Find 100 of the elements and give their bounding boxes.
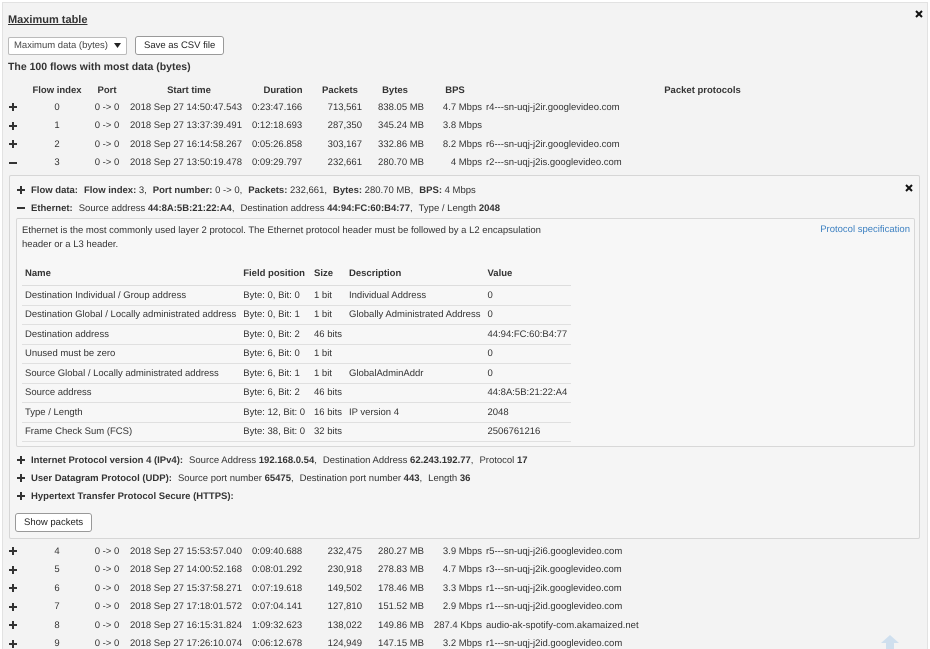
table-cell: 0:05:26.858 [252, 138, 302, 150]
table-cell: 0:23:47.166 [252, 102, 302, 113]
column-header: BPS [444, 84, 466, 98]
table-cell: 278.83 MB [378, 564, 424, 576]
metric-dropdown[interactable]: Maximum data (bytes) [8, 36, 127, 54]
table-cell: 0:09:29.797 [252, 157, 302, 168]
table-cell: 16 bits [314, 406, 342, 418]
table-cell: 1 bit [314, 290, 332, 301]
layer-field: Source Address 192.168.0.54, [189, 454, 317, 466]
layer-title[interactable]: User Datagram Protocol (UDP): [31, 472, 172, 484]
table-cell: 0 -> 0 [94, 582, 120, 594]
table-cell: 2506761216 [487, 426, 540, 438]
table-cell: 5 [54, 564, 60, 576]
layer-field: Protocol 17 [479, 454, 528, 466]
layer-field: Source port number 65475, [178, 472, 294, 484]
table-cell: r3---sn-uqj-j2ik.googlevideo.com [486, 564, 622, 576]
table-cell: Byte: 6, Bit: 2 [243, 387, 300, 398]
column-header: Description [346, 264, 484, 286]
table-cell: 0:08:01.292 [252, 564, 302, 576]
table-cell: 1:09:32.623 [252, 620, 302, 631]
table-cell: Type / Length [25, 406, 83, 418]
show-packets-button[interactable]: Show packets [15, 513, 92, 532]
table-cell: 1 [54, 120, 60, 132]
table-cell: 3.9 Mbps [442, 546, 482, 557]
table-cell: 0 -> 0 [94, 620, 120, 631]
protocol-spec-link[interactable]: Protocol specification [820, 224, 910, 252]
layer-title[interactable]: Hypertext Transfer Protocol Secure (HTTPS): [31, 490, 234, 502]
plus-icon[interactable] [9, 140, 17, 148]
table-cell: 44:8A:5B:21:22:A4 [487, 387, 568, 398]
plus-icon[interactable] [9, 640, 17, 648]
plus-icon[interactable] [9, 566, 17, 574]
table-cell: 151.52 MB [378, 601, 424, 612]
table-cell: 2018 Sep 27 15:37:58.271 [130, 582, 242, 594]
plus-icon[interactable] [17, 456, 25, 464]
table-cell: Byte: 6, Bit: 0 [243, 348, 300, 360]
layer-field: Port number: 0 -> 0, [152, 184, 242, 196]
table-cell: Source Global / Locally administrated address [25, 368, 219, 379]
table-cell: 127,810 [328, 601, 362, 612]
layer-field: Packets: 232,661, [248, 184, 327, 196]
table-cell: 0 -> 0 [94, 601, 120, 612]
layer-field: Flow index: 3, [84, 184, 147, 196]
table-cell: 280.70 MB [378, 157, 424, 168]
table-cell: 46 bits [314, 328, 342, 340]
table-cell: 2018 Sep 27 14:50:47.543 [130, 102, 242, 113]
layer-title[interactable]: Internet Protocol version 4 (IPv4): [31, 454, 184, 466]
table-cell: 2 [54, 138, 60, 150]
plus-icon[interactable] [9, 103, 17, 112]
table-cell: Frame Check Sum (FCS) [25, 426, 132, 438]
table-cell: 0 -> 0 [94, 120, 120, 132]
table-cell: 0:07:04.141 [252, 601, 302, 612]
plus-icon[interactable] [9, 602, 17, 611]
layer-title[interactable]: Flow data: [31, 184, 78, 196]
layer-title[interactable]: Ethernet: [31, 202, 73, 214]
table-cell: r2---sn-uqj-j2is.googlevideo.com [486, 157, 622, 168]
table-cell: 8 [54, 620, 60, 631]
minus-icon[interactable] [17, 204, 25, 212]
table-cell: 280.27 MB [378, 546, 424, 557]
table-cell: 124,949 [328, 638, 362, 649]
plus-icon[interactable] [9, 584, 17, 592]
table-cell: 2018 Sep 27 15:53:57.040 [130, 546, 242, 557]
table-cell: 345.24 MB [378, 120, 424, 132]
table-cell: 3.8 Mbps [442, 120, 482, 132]
table-cell: 0 [54, 102, 60, 113]
table-cell: 0 -> 0 [94, 638, 120, 649]
table-cell: 138,022 [328, 620, 362, 631]
layer-field: Destination port number 443, [300, 472, 422, 484]
table-cell: 0 [487, 348, 493, 360]
plus-icon[interactable] [9, 621, 17, 630]
table-cell: 0:12:18.693 [252, 120, 302, 132]
plus-icon[interactable] [9, 547, 17, 556]
plus-icon[interactable] [17, 474, 25, 482]
save-csv-button[interactable]: Save as CSV file [134, 36, 224, 55]
column-header: Field position [240, 264, 311, 286]
table-cell: 2018 Sep 27 16:14:58.267 [130, 138, 242, 150]
table-cell: 0 -> 0 [94, 564, 120, 576]
plus-icon[interactable] [17, 492, 25, 500]
close-icon[interactable] [905, 184, 913, 192]
layer-field: Source address 44:8A:5B:21:22:A4, [78, 202, 234, 214]
table-cell: 2048 [487, 406, 509, 418]
column-header: Bytes [381, 84, 409, 98]
table-cell: 7 [54, 601, 60, 612]
table-cell: 0:09:40.688 [252, 546, 302, 557]
plus-icon[interactable] [9, 122, 17, 130]
table-cell: GlobalAdminAddr [348, 368, 424, 379]
table-cell: 232,475 [328, 546, 362, 557]
table-cell: 0 [487, 309, 493, 320]
table-cell: 1 bit [314, 348, 332, 360]
table-cell: 147.15 MB [378, 638, 424, 649]
table-cell: 0 -> 0 [94, 546, 120, 557]
table-cell: 178.46 MB [378, 582, 424, 594]
close-icon[interactable] [915, 10, 923, 18]
table-title[interactable]: Maximum table [8, 7, 88, 26]
column-header: Value [484, 264, 572, 286]
table-cell: Byte: 0, Bit: 1 [243, 309, 300, 320]
table-cell: 0 -> 0 [94, 102, 120, 113]
table-cell: 3.3 Mbps [442, 582, 482, 594]
table-cell: 2018 Sep 27 17:18:01.572 [130, 601, 242, 612]
table-cell: 1 bit [314, 368, 332, 379]
plus-icon[interactable] [17, 186, 25, 194]
table-cell: r1---sn-uqj-j2ik.googlevideo.com [486, 582, 622, 594]
